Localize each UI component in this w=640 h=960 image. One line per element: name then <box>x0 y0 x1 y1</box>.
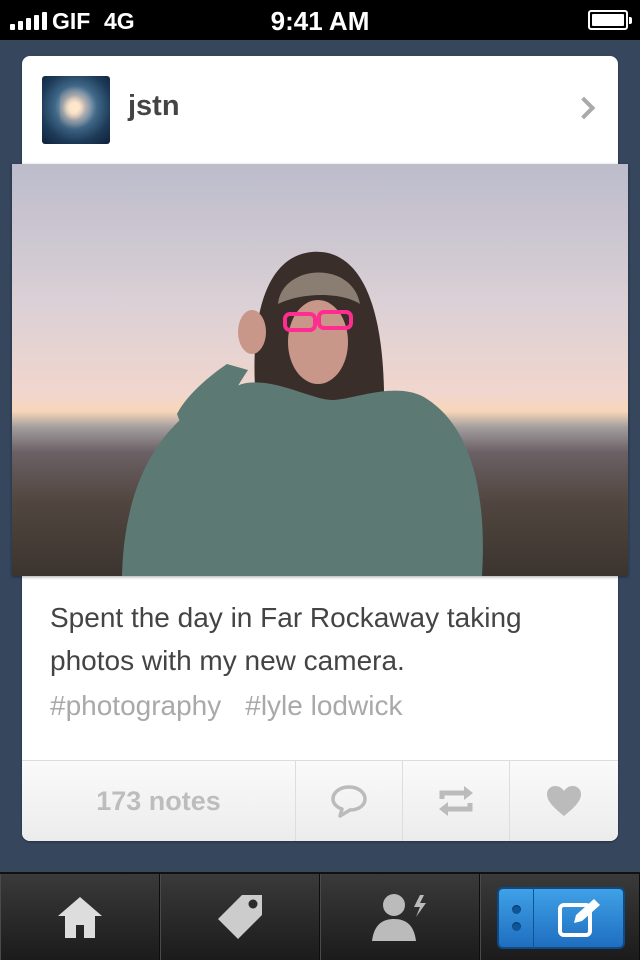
avatar[interactable] <box>42 76 110 144</box>
tag-link[interactable]: #photography <box>50 690 221 721</box>
tab-tags[interactable] <box>160 874 320 960</box>
tag-icon <box>218 895 262 939</box>
home-icon <box>58 897 102 938</box>
like-button[interactable] <box>510 761 617 841</box>
post-caption: Spent the day in Far Rockaway taking pho… <box>50 602 522 676</box>
post-username[interactable]: jstn <box>128 90 180 123</box>
post-action-bar: 173 notes <box>22 760 618 841</box>
account-activity-icon <box>372 894 426 941</box>
post-photo[interactable] <box>12 164 628 576</box>
reblog-icon <box>439 786 473 816</box>
reply-button[interactable] <box>296 761 403 841</box>
post-tags: #photography #lyle lodwick <box>50 690 426 722</box>
photo-sweatshirt <box>122 382 483 576</box>
tab-account[interactable] <box>320 874 480 960</box>
post-header[interactable]: jstn <box>22 56 618 162</box>
compose-icon <box>557 899 600 937</box>
clock: 9:41 AM <box>270 6 370 36</box>
drag-handle-dots <box>499 905 533 931</box>
reblog-button[interactable] <box>403 761 510 841</box>
tab-dashboard[interactable] <box>0 874 160 960</box>
tag-link[interactable]: #lyle lodwick <box>245 690 402 721</box>
heart-icon <box>546 786 581 816</box>
comment-icon <box>331 785 367 818</box>
compose-button[interactable] <box>497 887 625 949</box>
status-bar: GIF 4G 9:41 AM <box>0 0 640 40</box>
chevron-right-icon[interactable] <box>572 96 596 120</box>
notes-count-button[interactable]: 173 notes <box>22 761 296 841</box>
battery-icon <box>588 10 632 30</box>
